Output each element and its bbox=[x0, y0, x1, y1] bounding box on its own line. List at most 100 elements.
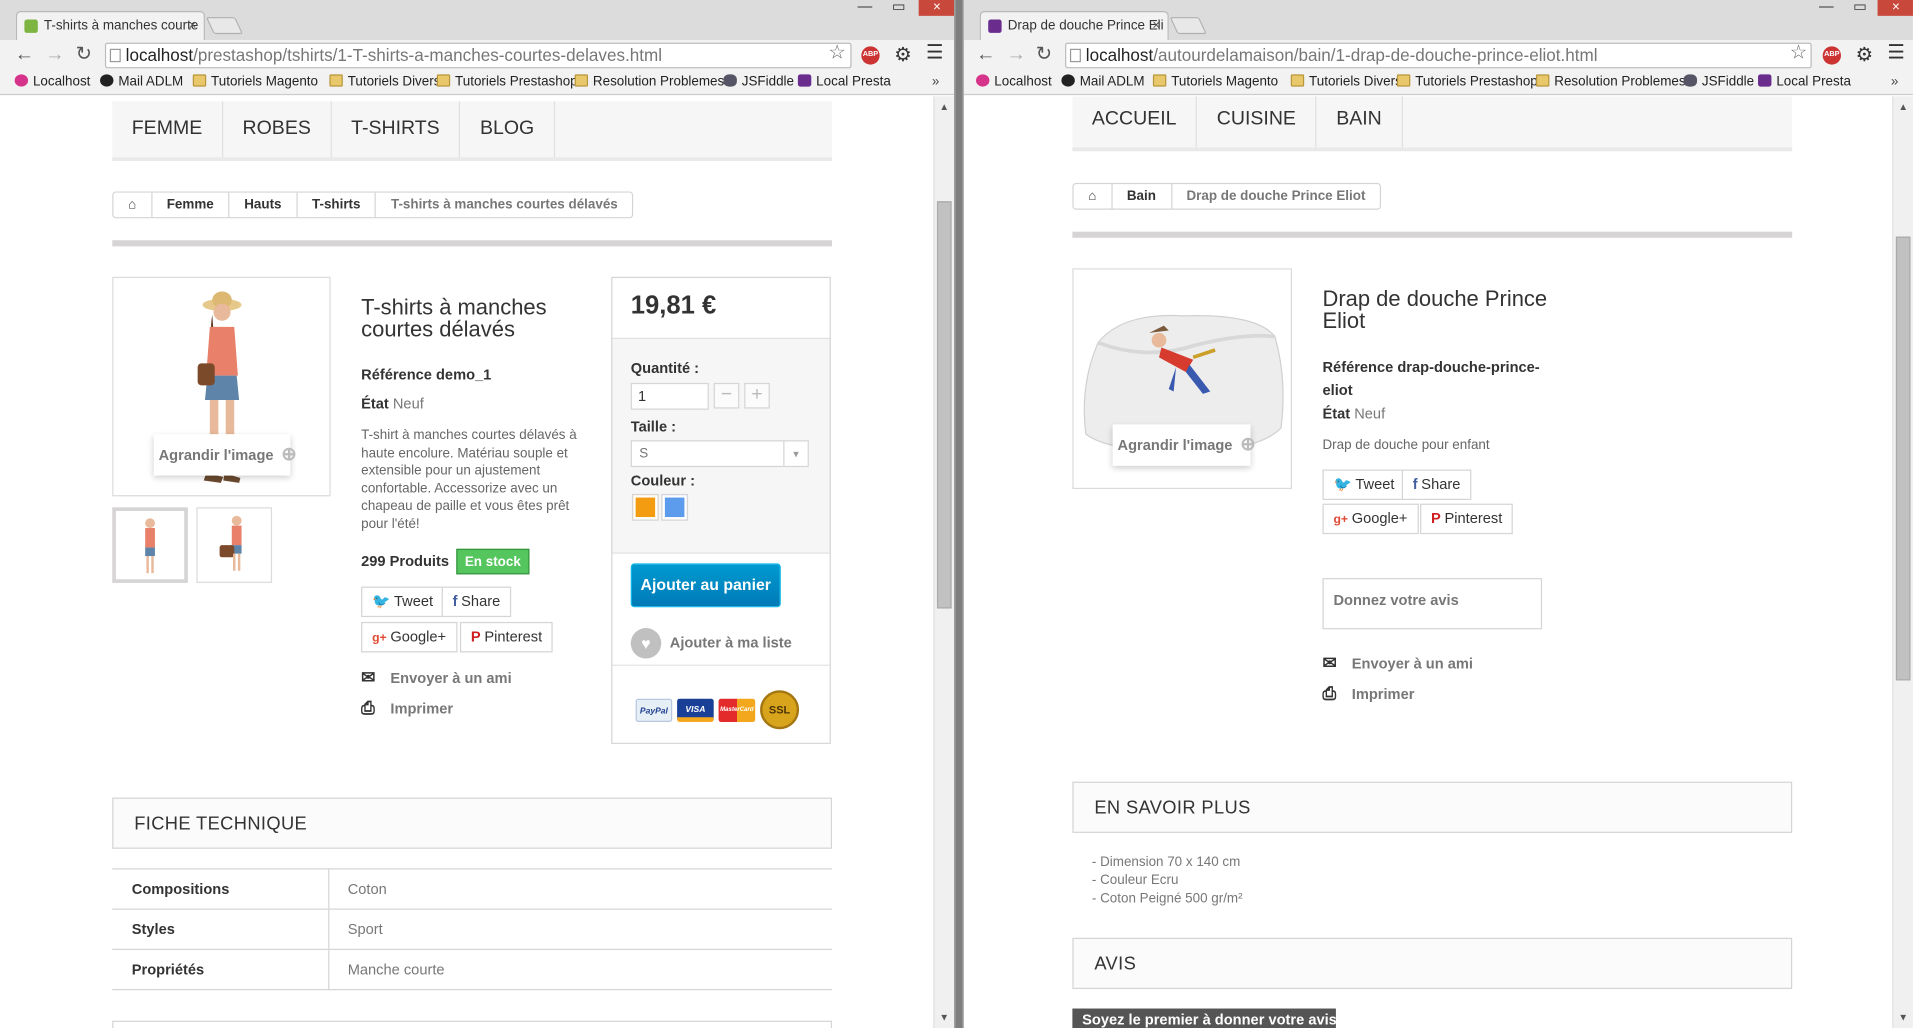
bookmark-jsfiddle[interactable]: JSFiddle bbox=[1683, 71, 1754, 94]
minimize-icon[interactable]: — bbox=[1819, 0, 1834, 15]
bookmark-local-presta[interactable]: Local Presta bbox=[1758, 71, 1851, 94]
bookmark-mail[interactable]: Mail ADLM bbox=[100, 71, 183, 94]
bookmark-jsfiddle[interactable]: JSFiddle bbox=[723, 71, 794, 94]
bookmark-localhost[interactable]: Localhost bbox=[14, 71, 91, 94]
url-host: localhost bbox=[1085, 45, 1154, 65]
product-image[interactable]: Agrandir l'image ⊕ bbox=[112, 276, 331, 497]
breadcrumb-femme[interactable]: Femme bbox=[152, 192, 230, 218]
adblock-icon[interactable]: ABP bbox=[861, 46, 880, 65]
bookmark-localhost[interactable]: Localhost bbox=[976, 71, 1052, 94]
print-link[interactable]: ⎙ Imprimer bbox=[361, 698, 453, 719]
facebook-icon: f bbox=[452, 592, 458, 610]
bookmark-resolution[interactable]: Resolution Problemes bbox=[1535, 71, 1686, 94]
size-select[interactable]: S ▾ bbox=[630, 440, 809, 468]
maximize-icon[interactable]: ▭ bbox=[892, 0, 906, 15]
browser-tab-drap[interactable]: Drap de douche Prince Eli × bbox=[979, 10, 1169, 41]
color-swatch-blue[interactable] bbox=[662, 495, 687, 520]
bookmark-magento[interactable]: Tutoriels Magento bbox=[1152, 71, 1278, 94]
bookmark-prestashop[interactable]: Tutoriels Prestashop bbox=[436, 71, 578, 94]
google-plus-button[interactable]: g+ Google+ bbox=[1322, 503, 1419, 535]
home-icon[interactable]: ⌂ bbox=[1074, 184, 1113, 209]
scrollbar[interactable]: ▲ ▼ bbox=[1892, 96, 1913, 1028]
google-plus-button[interactable]: g+ Google+ bbox=[361, 621, 458, 653]
scroll-up-icon[interactable]: ▲ bbox=[939, 101, 949, 112]
product-image[interactable]: Agrandir l'image ⊕ bbox=[1072, 268, 1292, 490]
menu-icon[interactable]: ☰ bbox=[1887, 40, 1904, 64]
menu-item-robes[interactable]: ROBES bbox=[223, 101, 332, 158]
forward-icon[interactable]: → bbox=[1007, 44, 1027, 66]
minimize-icon[interactable]: — bbox=[858, 0, 873, 15]
maximize-icon[interactable]: ▭ bbox=[1853, 0, 1867, 15]
breadcrumb-hauts[interactable]: Hauts bbox=[230, 192, 298, 218]
send-to-friend-link[interactable]: ✉ Envoyer à un ami bbox=[1322, 652, 1473, 673]
bookmark-magento[interactable]: Tutoriels Magento bbox=[192, 71, 318, 94]
scrollbar[interactable]: ▲ ▼ bbox=[933, 96, 955, 1028]
new-tab-button[interactable] bbox=[1169, 17, 1207, 35]
write-review-box[interactable]: Donnez votre avis bbox=[1322, 578, 1543, 630]
tweet-button[interactable]: 🐦 Tweet bbox=[361, 586, 445, 618]
adblock-icon[interactable]: ABP bbox=[1822, 46, 1841, 65]
new-tab-button[interactable] bbox=[205, 17, 244, 35]
facebook-share-button[interactable]: f Share bbox=[441, 586, 512, 618]
enlarge-image-button[interactable]: Agrandir l'image ⊕ bbox=[153, 434, 297, 476]
menu-item-accueil[interactable]: ACCUEIL bbox=[1072, 96, 1198, 148]
scrollbar-thumb[interactable] bbox=[936, 201, 952, 609]
forward-icon[interactable]: → bbox=[45, 44, 65, 66]
thumbnail-1[interactable] bbox=[112, 507, 188, 583]
address-bar[interactable]: localhost/prestashop/tshirts/1-T-shirts-… bbox=[104, 42, 852, 69]
menu-icon[interactable]: ☰ bbox=[926, 40, 943, 64]
first-review-button[interactable]: Soyez le premier à donner votre avis ! bbox=[1072, 1008, 1336, 1028]
menu-item-blog[interactable]: BLOG bbox=[460, 101, 555, 158]
pinterest-button[interactable]: P Pinterest bbox=[1420, 503, 1514, 535]
menu-item-bain[interactable]: BAIN bbox=[1317, 96, 1403, 148]
add-to-wishlist-link[interactable]: ♥ Ajouter à ma liste bbox=[630, 628, 792, 659]
close-window-icon[interactable]: × bbox=[1877, 0, 1913, 16]
breadcrumb-current: T-shirts à manches courtes délavés bbox=[390, 197, 618, 213]
scroll-down-icon[interactable]: ▼ bbox=[939, 1012, 949, 1023]
back-icon[interactable]: ← bbox=[15, 44, 35, 66]
menu-item-cuisine[interactable]: CUISINE bbox=[1197, 96, 1317, 148]
bookmark-star-icon[interactable]: ☆ bbox=[828, 40, 845, 64]
home-icon[interactable]: ⌂ bbox=[113, 192, 153, 218]
close-window-icon[interactable]: × bbox=[918, 0, 955, 16]
quantity-minus-button[interactable]: − bbox=[713, 382, 740, 409]
more-bookmarks-icon[interactable]: » bbox=[1891, 71, 1898, 94]
thumbnail-2[interactable] bbox=[196, 507, 273, 583]
menu-item-tshirts[interactable]: T-SHIRTS bbox=[332, 101, 461, 158]
print-link[interactable]: ⎙ Imprimer bbox=[1322, 683, 1414, 704]
back-icon[interactable]: ← bbox=[976, 44, 996, 66]
reload-icon[interactable]: ↻ bbox=[1036, 44, 1052, 66]
stock-badge: En stock bbox=[456, 548, 530, 575]
close-tab-icon[interactable]: × bbox=[1152, 12, 1160, 39]
breadcrumb-tshirts[interactable]: T-shirts bbox=[297, 192, 377, 218]
bookmark-local-presta[interactable]: Local Presta bbox=[797, 71, 891, 94]
pinterest-button[interactable]: P Pinterest bbox=[459, 621, 554, 653]
bookmark-resolution[interactable]: Resolution Problemes bbox=[574, 71, 724, 94]
bookmark-mail[interactable]: Mail ADLM bbox=[1061, 71, 1145, 94]
send-to-friend-link[interactable]: ✉ Envoyer à un ami bbox=[361, 667, 512, 688]
breadcrumb-bain[interactable]: Bain bbox=[1112, 184, 1172, 209]
quantity-plus-button[interactable]: + bbox=[744, 382, 770, 409]
bookmark-star-icon[interactable]: ☆ bbox=[1790, 40, 1807, 64]
reload-icon[interactable]: ↻ bbox=[76, 44, 92, 66]
close-tab-icon[interactable]: × bbox=[189, 12, 197, 39]
color-swatch-orange[interactable] bbox=[633, 495, 658, 520]
quantity-input[interactable]: 1 bbox=[630, 382, 709, 410]
tweet-button[interactable]: 🐦 Tweet bbox=[1322, 469, 1406, 500]
gear-icon[interactable]: ⚙ bbox=[894, 43, 911, 67]
enlarge-image-button[interactable]: Agrandir l'image ⊕ bbox=[1112, 424, 1256, 466]
bookmark-prestashop[interactable]: Tutoriels Prestashop bbox=[1396, 71, 1538, 94]
facebook-share-button[interactable]: f Share bbox=[1401, 469, 1472, 500]
scroll-down-icon[interactable]: ▼ bbox=[1898, 1012, 1908, 1023]
mail-favicon-icon bbox=[100, 74, 114, 87]
browser-tab-tshirts[interactable]: T-shirts à manches courte × bbox=[15, 10, 205, 41]
gear-icon[interactable]: ⚙ bbox=[1856, 43, 1873, 67]
more-bookmarks-icon[interactable]: » bbox=[932, 71, 939, 94]
scroll-up-icon[interactable]: ▲ bbox=[1898, 101, 1908, 112]
scrollbar-thumb[interactable] bbox=[1895, 236, 1911, 681]
bookmark-divers[interactable]: Tutoriels Divers bbox=[1290, 71, 1402, 94]
address-bar[interactable]: localhost/autourdelamaison/bain/1-drap-d… bbox=[1065, 42, 1812, 69]
add-to-cart-button[interactable]: Ajouter au panier bbox=[630, 563, 781, 608]
menu-item-femme[interactable]: FEMME bbox=[112, 101, 223, 158]
bookmark-divers[interactable]: Tutoriels Divers bbox=[329, 71, 440, 94]
